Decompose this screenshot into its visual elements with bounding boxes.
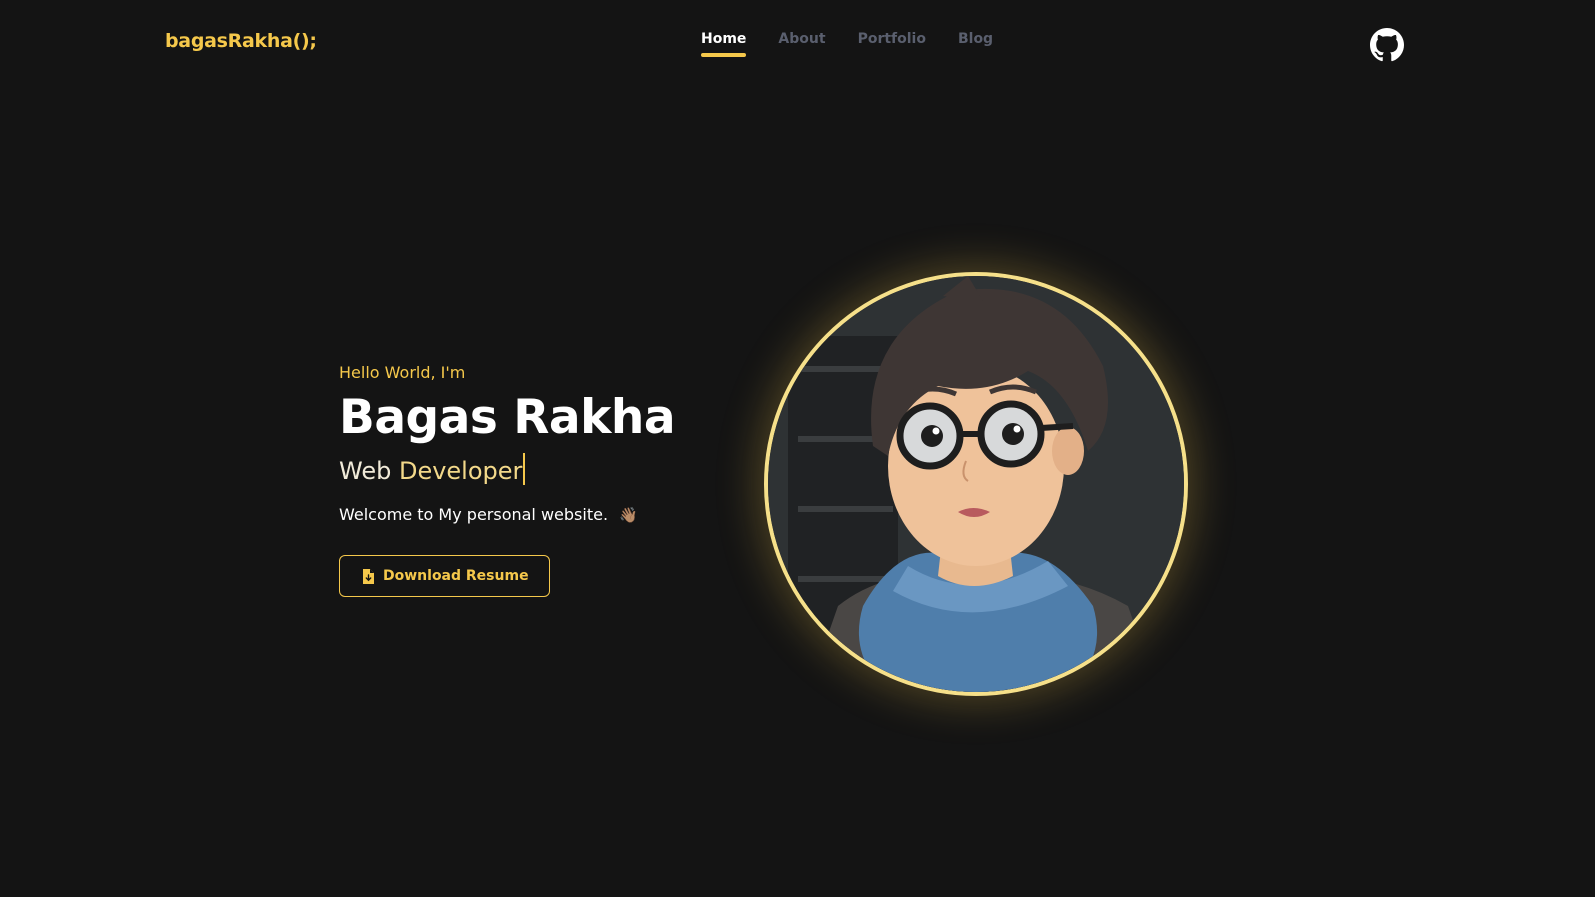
hero-name: Bagas Rakha (339, 390, 676, 445)
avatar-illustration (768, 276, 1184, 692)
welcome-text: Welcome to My personal website. (339, 505, 609, 524)
hero-intro: Hello World, I'm Bagas Rakha Web Develop… (339, 363, 719, 597)
nav-link-blog[interactable]: Blog (958, 31, 993, 47)
hero-role: Web Developer (339, 453, 719, 487)
github-link[interactable] (1370, 28, 1404, 62)
avatar (764, 272, 1188, 696)
nav-link-home[interactable]: Home (701, 31, 747, 57)
wave-hand-icon: 👋🏽 (619, 506, 638, 524)
hero-greeting: Hello World, I'm (339, 363, 466, 382)
typing-caret (523, 453, 526, 485)
role-typed-word: Developer (398, 457, 523, 485)
navbar: bagasRakha(); Home About Portfolio Blog (0, 0, 1595, 90)
github-icon (1370, 28, 1404, 62)
role-prefix: Web (339, 457, 392, 485)
download-resume-button[interactable]: Download Resume (339, 555, 550, 597)
nav-link-portfolio[interactable]: Portfolio (858, 31, 926, 47)
nav-links: Home About Portfolio Blog (701, 31, 1025, 57)
site-logo[interactable]: bagasRakha(); (165, 30, 317, 52)
download-resume-label: Download Resume (383, 568, 529, 584)
file-download-icon (363, 568, 374, 584)
nav-link-about[interactable]: About (778, 31, 825, 47)
welcome-line: Welcome to My personal website. 👋🏽 (339, 505, 719, 524)
